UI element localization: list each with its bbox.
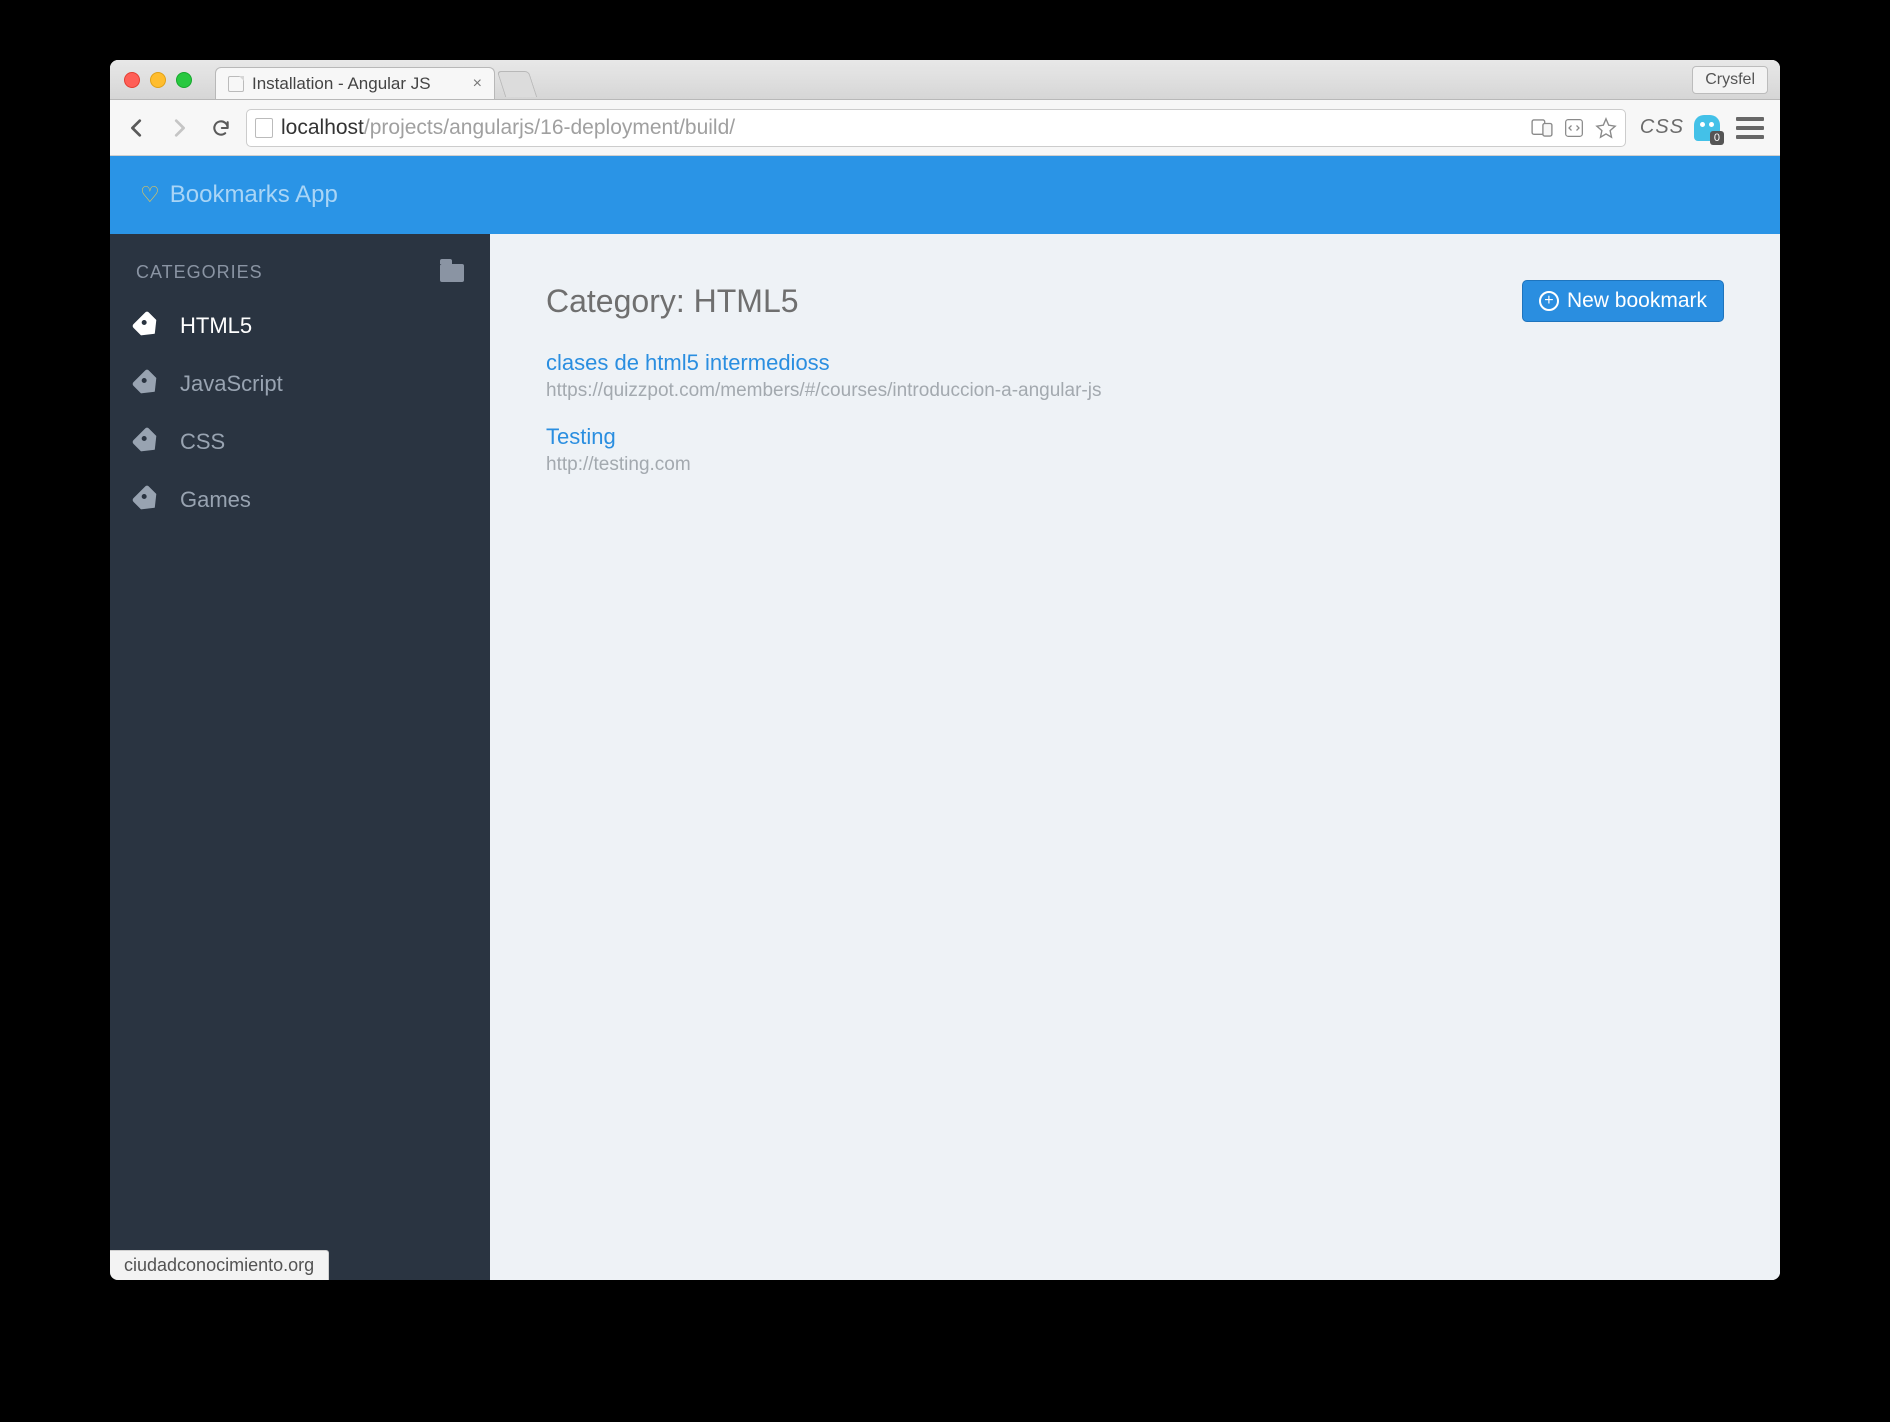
forward-button[interactable] bbox=[162, 111, 196, 145]
page-icon bbox=[255, 118, 273, 138]
bookmark-item: clases de html5 intermedioss https://qui… bbox=[546, 350, 1724, 402]
tag-icon bbox=[131, 368, 162, 399]
address-bar-actions bbox=[1531, 117, 1617, 139]
tab-title: Installation - Angular JS bbox=[252, 74, 431, 94]
bookmark-url: https://quizzpot.com/members/#/courses/i… bbox=[546, 380, 1724, 402]
status-bar: ciudadconocimiento.org bbox=[110, 1250, 329, 1280]
app-root: ♡ Bookmarks App CATEGORIES HTML5 Java bbox=[110, 156, 1780, 1280]
browser-tab[interactable]: Installation - Angular JS × bbox=[215, 67, 495, 99]
sidebar-item-label: HTML5 bbox=[180, 313, 252, 339]
address-bar[interactable]: localhost/projects/angularjs/16-deployme… bbox=[246, 109, 1626, 147]
reload-button[interactable] bbox=[204, 111, 238, 145]
browser-window: Installation - Angular JS × Crysfel loca… bbox=[110, 60, 1780, 1280]
page-icon bbox=[228, 76, 244, 92]
devices-icon[interactable] bbox=[1531, 117, 1553, 139]
view-source-icon[interactable] bbox=[1563, 117, 1585, 139]
window-titlebar: Installation - Angular JS × Crysfel bbox=[110, 60, 1780, 100]
minimize-window-button[interactable] bbox=[150, 72, 166, 88]
close-window-button[interactable] bbox=[124, 72, 140, 88]
bookmark-url: http://testing.com bbox=[546, 454, 1724, 476]
status-text: ciudadconocimiento.org bbox=[124, 1255, 314, 1275]
new-bookmark-label: New bookmark bbox=[1567, 289, 1707, 313]
maximize-window-button[interactable] bbox=[176, 72, 192, 88]
ghostery-badge: 0 bbox=[1710, 131, 1724, 145]
bookmark-star-icon[interactable] bbox=[1595, 117, 1617, 139]
sidebar: CATEGORIES HTML5 JavaScript CSS bbox=[110, 234, 490, 1280]
close-tab-button[interactable]: × bbox=[473, 75, 482, 93]
page-title: Category: HTML5 bbox=[546, 283, 799, 320]
plus-circle-icon: + bbox=[1539, 291, 1559, 311]
app-brand[interactable]: ♡ Bookmarks App bbox=[140, 181, 338, 209]
tab-strip: Installation - Angular JS × bbox=[215, 60, 533, 99]
tag-icon bbox=[131, 484, 162, 515]
new-tab-button[interactable] bbox=[497, 71, 537, 97]
url-path: /projects/angularjs/16-deployment/build/ bbox=[364, 116, 735, 139]
bookmark-item: Testing http://testing.com bbox=[546, 424, 1724, 476]
app-body: CATEGORIES HTML5 JavaScript CSS bbox=[110, 234, 1780, 1280]
sidebar-item-label: Games bbox=[180, 487, 251, 513]
sidebar-item-label: JavaScript bbox=[180, 371, 283, 397]
sidebar-item-html5[interactable]: HTML5 bbox=[110, 297, 490, 355]
sidebar-item-javascript[interactable]: JavaScript bbox=[110, 355, 490, 413]
url-text: localhost/projects/angularjs/16-deployme… bbox=[281, 116, 735, 140]
sidebar-heading-row: CATEGORIES bbox=[110, 262, 490, 297]
new-bookmark-button[interactable]: + New bookmark bbox=[1522, 280, 1724, 322]
brand-text: Bookmarks App bbox=[170, 181, 338, 209]
heart-icon: ♡ bbox=[140, 182, 160, 208]
folder-icon[interactable] bbox=[440, 264, 464, 282]
bookmark-link[interactable]: Testing bbox=[546, 424, 616, 449]
css-extension-icon[interactable]: CSS bbox=[1640, 116, 1684, 139]
profile-button[interactable]: Crysfel bbox=[1692, 66, 1768, 94]
url-host: localhost bbox=[281, 116, 364, 139]
category-list: HTML5 JavaScript CSS Games bbox=[110, 297, 490, 529]
sidebar-heading: CATEGORIES bbox=[136, 262, 263, 283]
ghostery-extension-icon[interactable]: 0 bbox=[1694, 115, 1720, 141]
profile-name: Crysfel bbox=[1705, 71, 1755, 88]
menu-button[interactable] bbox=[1736, 117, 1764, 139]
sidebar-item-label: CSS bbox=[180, 429, 225, 455]
browser-toolbar: localhost/projects/angularjs/16-deployme… bbox=[110, 100, 1780, 156]
tag-icon bbox=[131, 310, 162, 341]
sidebar-item-games[interactable]: Games bbox=[110, 471, 490, 529]
sidebar-item-css[interactable]: CSS bbox=[110, 413, 490, 471]
bookmark-link[interactable]: clases de html5 intermedioss bbox=[546, 350, 830, 375]
main-header-row: Category: HTML5 + New bookmark bbox=[546, 280, 1724, 322]
app-header: ♡ Bookmarks App bbox=[110, 156, 1780, 234]
main-content: Category: HTML5 + New bookmark clases de… bbox=[490, 234, 1780, 1280]
back-button[interactable] bbox=[120, 111, 154, 145]
extensions-area: CSS 0 bbox=[1634, 115, 1770, 141]
window-controls bbox=[124, 72, 192, 88]
tag-icon bbox=[131, 426, 162, 457]
